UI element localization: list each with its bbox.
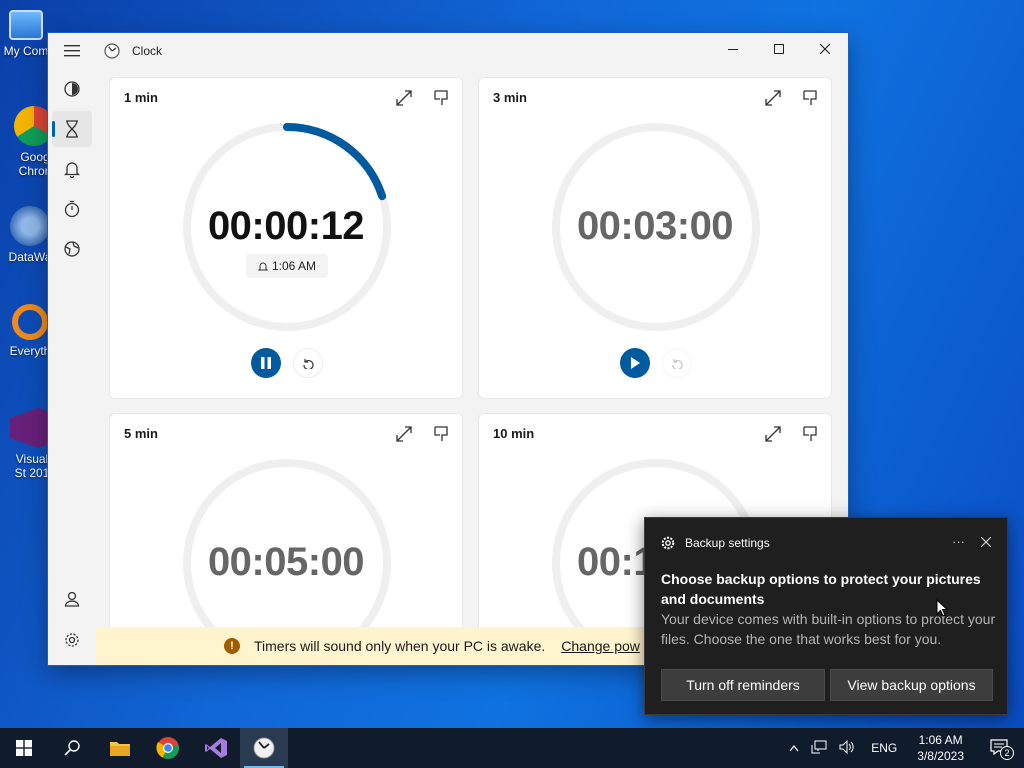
taskbar-clock-display[interactable]: 1:06 AM 3/8/2023: [907, 732, 974, 764]
visual-studio-icon: [205, 738, 227, 758]
toast-app-name: Backup settings: [685, 536, 770, 550]
reset-icon: [672, 359, 683, 369]
toast-close-button[interactable]: [980, 534, 992, 550]
start-button[interactable]: [0, 728, 48, 768]
pin-icon[interactable]: [432, 424, 452, 444]
taskbar-date: 3/8/2023: [917, 749, 964, 763]
speaker-icon: [839, 739, 854, 754]
taskbar-file-explorer[interactable]: [96, 728, 144, 768]
nav-account[interactable]: [52, 581, 92, 617]
folder-icon: [110, 742, 130, 756]
change-power-link[interactable]: Change pow: [561, 638, 640, 654]
pause-icon: [261, 357, 271, 369]
maximize-icon: [774, 44, 784, 54]
nav-rail: [48, 33, 96, 665]
nav-stopwatch[interactable]: [52, 191, 92, 227]
pin-icon[interactable]: [801, 424, 821, 444]
expand-icon[interactable]: [763, 88, 783, 108]
timer-time: 00:00:12: [207, 204, 365, 248]
chrome-icon: [156, 737, 179, 759]
timer-time: 00:05:00: [207, 540, 365, 584]
minimize-icon: [728, 49, 738, 50]
volume-button[interactable]: [833, 739, 861, 757]
toast-body: Your device comes with built-in options …: [661, 611, 996, 647]
chevron-up-icon: [789, 745, 799, 752]
nav-timer[interactable]: [52, 111, 92, 147]
pause-button[interactable]: [251, 348, 281, 378]
nav-alarm[interactable]: [52, 151, 92, 187]
hourglass-icon: [66, 120, 78, 138]
clock-app-icon: [253, 737, 275, 759]
taskbar: ENG 1:06 AM 3/8/2023 2: [0, 728, 1024, 768]
timer-name: 5 min: [124, 426, 158, 441]
more-options-button[interactable]: ···: [952, 534, 965, 549]
timer-name: 3 min: [493, 90, 527, 105]
backup-toast: Backup settings ··· Choose backup option…: [644, 517, 1008, 715]
end-time-badge: 1:06 AM: [246, 254, 328, 278]
timer-time: 00:03:00: [576, 204, 734, 248]
hamburger-button[interactable]: [52, 33, 92, 69]
caption-buttons: [710, 33, 848, 65]
stopwatch-icon: [64, 200, 80, 218]
expand-icon[interactable]: [394, 88, 414, 108]
expand-icon[interactable]: [763, 424, 783, 444]
timer-name: 10 min: [493, 426, 535, 441]
windows-logo-icon: [16, 740, 32, 756]
pin-icon[interactable]: [801, 88, 821, 108]
bell-icon: [257, 262, 268, 270]
nav-focus-sessions[interactable]: [52, 71, 92, 107]
network-icon: [811, 740, 827, 753]
search-button[interactable]: [48, 728, 96, 768]
close-icon: [820, 44, 830, 54]
person-icon: [64, 591, 80, 607]
magnifier-icon: [12, 304, 48, 340]
globe-icon: [64, 241, 80, 257]
end-time: 1:06 AM: [271, 259, 317, 273]
timer-card[interactable]: 1 min 00:00:12 1:06 AM: [109, 77, 463, 399]
pin-icon[interactable]: [432, 88, 452, 108]
computer-icon: [9, 10, 43, 40]
minimize-button[interactable]: [710, 33, 756, 65]
language-indicator[interactable]: ENG: [861, 741, 907, 755]
system-tray: ENG 1:06 AM 3/8/2023 2: [783, 728, 1024, 768]
maximize-button[interactable]: [756, 33, 802, 65]
clock-app-icon: [104, 43, 120, 59]
turn-off-reminders-button[interactable]: Turn off reminders: [661, 669, 825, 701]
expand-icon[interactable]: [394, 424, 414, 444]
gear-cluster-icon: [10, 206, 50, 246]
reset-icon: [303, 359, 314, 369]
show-hidden-icons-button[interactable]: [783, 741, 805, 755]
gear-icon: [65, 633, 79, 647]
play-button[interactable]: [620, 348, 650, 378]
gear-icon: [661, 536, 675, 550]
mouse-cursor-icon: [936, 599, 948, 617]
visual-studio-icon: [10, 408, 50, 448]
close-icon: [980, 536, 992, 548]
hamburger-icon: [64, 45, 80, 57]
window-title: Clock: [132, 44, 163, 58]
taskbar-time: 1:06 AM: [918, 733, 963, 747]
action-center-button[interactable]: 2: [974, 738, 1024, 760]
timer-card[interactable]: 3 min 00:03:00: [478, 77, 832, 399]
taskbar-clock[interactable]: [240, 728, 288, 768]
search-icon: [64, 740, 80, 756]
toast-title: Choose backup options to protect your pi…: [661, 571, 981, 607]
nav-world-clock[interactable]: [52, 231, 92, 267]
view-backup-options-button[interactable]: View backup options: [830, 669, 993, 701]
bell-icon: [64, 162, 80, 178]
toast-header: Backup settings: [661, 536, 770, 550]
network-button[interactable]: [805, 740, 833, 757]
reset-button[interactable]: [293, 348, 323, 378]
banner-text: Timers will sound only when your PC is a…: [254, 638, 546, 654]
warning-icon: !: [224, 638, 240, 654]
close-button[interactable]: [802, 33, 848, 65]
nav-settings[interactable]: [52, 622, 92, 658]
notification-count: 2: [1000, 745, 1014, 760]
taskbar-visual-studio[interactable]: [192, 728, 240, 768]
taskbar-chrome[interactable]: [144, 728, 192, 768]
play-icon: [631, 357, 640, 369]
focus-icon: [64, 81, 80, 97]
timer-name: 1 min: [124, 90, 158, 105]
reset-button[interactable]: [662, 348, 692, 378]
